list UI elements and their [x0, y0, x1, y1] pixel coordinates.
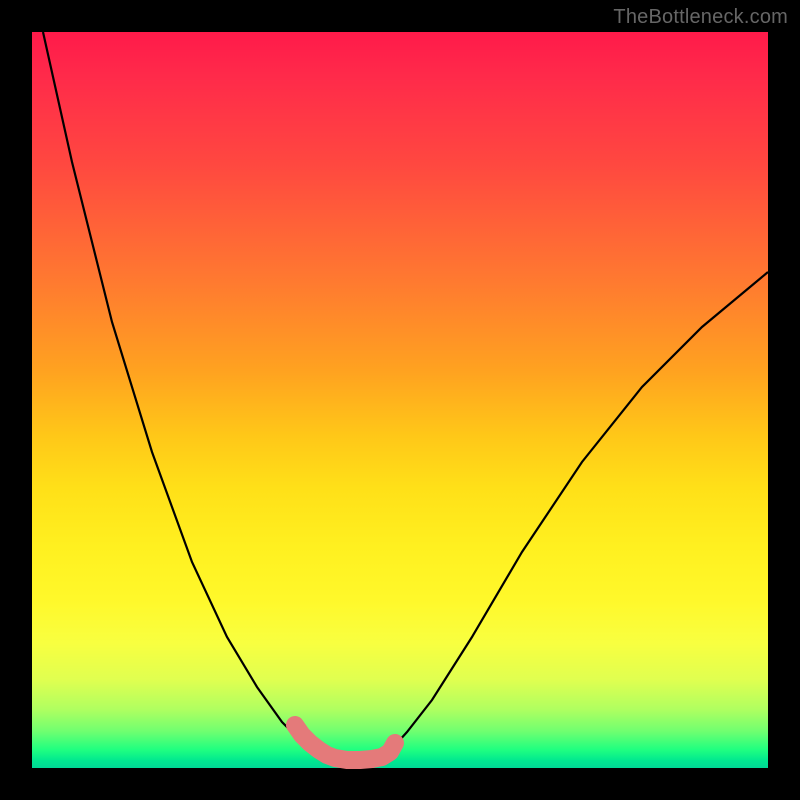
chart-frame: TheBottleneck.com [0, 0, 800, 800]
left-curve [43, 32, 328, 758]
watermark-text: TheBottleneck.com [613, 6, 788, 29]
right-curve [389, 272, 768, 752]
chart-svg [32, 32, 768, 768]
plot-area [32, 32, 768, 768]
marker-dot [387, 735, 404, 752]
